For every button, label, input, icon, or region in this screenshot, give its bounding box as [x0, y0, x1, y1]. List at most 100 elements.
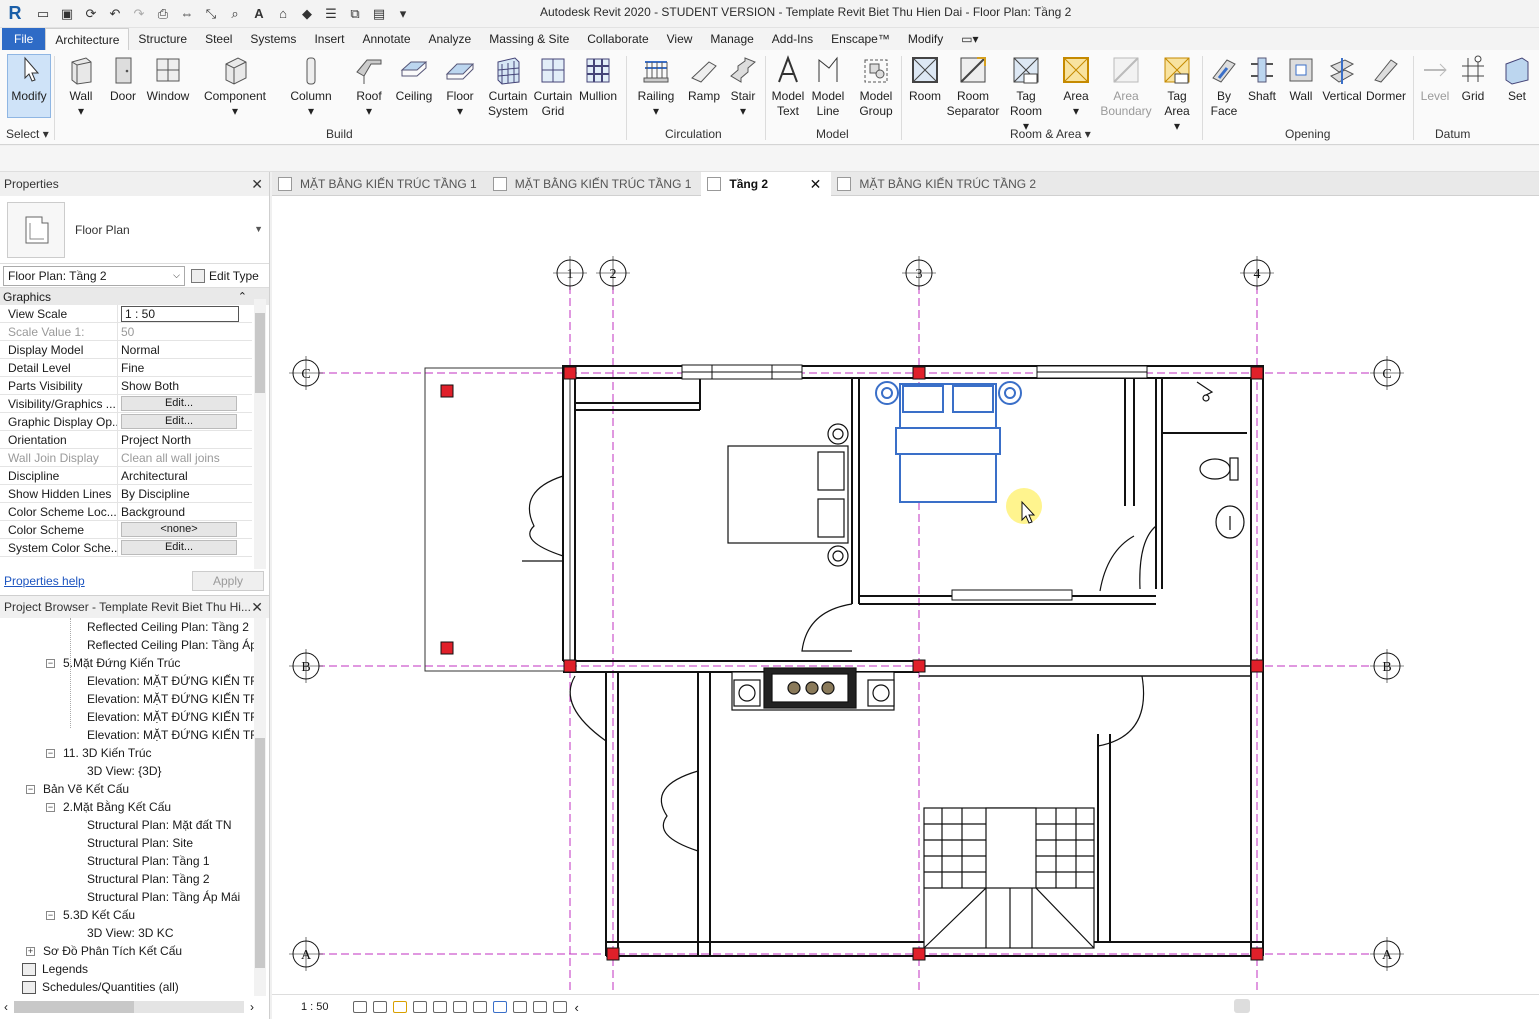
open-icon[interactable]: ▭	[33, 4, 53, 24]
component-button[interactable]: Component ▾	[202, 54, 268, 119]
property-value[interactable]: Edit...	[118, 413, 248, 430]
wall-opening-button[interactable]: Wall	[1284, 54, 1318, 104]
redo-icon[interactable]: ↷	[129, 4, 149, 24]
property-row[interactable]: System Color Sche... Edit...	[0, 539, 252, 557]
collapse-icon[interactable]: −	[26, 785, 35, 795]
temporary-view-properties-icon[interactable]	[532, 1001, 547, 1013]
scroll-left-icon[interactable]: ‹	[575, 1000, 579, 1015]
model-group-button[interactable]: Model Group	[856, 54, 896, 119]
floor-plan-drawing[interactable]: 1 2 3 4 C C B B A A	[272, 196, 1539, 994]
property-row[interactable]: Discipline Architectural	[0, 467, 252, 485]
curtain-grid-button[interactable]: Curtain Grid	[531, 54, 575, 119]
property-row[interactable]: Color Scheme <none>	[0, 521, 252, 539]
view-tab[interactable]: MẶT BẰNG KIẾN TRÚC TẦNG 2	[831, 172, 1046, 196]
save-icon[interactable]: ▣	[57, 4, 77, 24]
tab-structure[interactable]: Structure	[129, 28, 196, 50]
area-boundary-button[interactable]: Area Boundary	[1100, 54, 1152, 119]
browser-item[interactable]: Structural Plan: Site	[87, 834, 193, 852]
temporary-hide-icon[interactable]	[492, 1001, 507, 1013]
model-line-button[interactable]: Model Line	[810, 54, 846, 119]
measure-icon[interactable]: ⇔	[177, 4, 197, 24]
view-tab-active[interactable]: Tầng 2 ✕	[701, 172, 832, 196]
tab-view[interactable]: View	[658, 28, 702, 50]
door-button[interactable]: Door	[104, 54, 142, 104]
property-value[interactable]: Edit...	[118, 539, 248, 556]
properties-scrollbar[interactable]	[254, 299, 266, 569]
by-face-button[interactable]: By Face	[1206, 54, 1242, 119]
browser-item[interactable]: −5.Mặt Đứng Kiến Trúc	[46, 654, 180, 672]
expand-icon[interactable]: +	[26, 947, 35, 957]
view-scale[interactable]: 1 : 50	[301, 1001, 329, 1013]
visual-style-icon[interactable]	[372, 1001, 387, 1013]
graphics-group-header[interactable]: Graphics ⌃	[0, 288, 269, 305]
browser-item[interactable]: Reflected Ceiling Plan: Tầng Áp	[87, 636, 254, 654]
close-hidden-icon[interactable]: ⧉	[345, 4, 365, 24]
browser-item[interactable]: Structural Plan: Tầng 2	[87, 870, 210, 888]
property-value[interactable]: By Discipline	[118, 485, 248, 502]
bed-2-selected[interactable]	[875, 381, 1022, 503]
close-icon[interactable]: ✕	[810, 176, 822, 193]
column-button[interactable]: Column ▾	[289, 54, 333, 119]
browser-item[interactable]: Elevation: MẶT ĐỨNG KIẾN TRÚ	[87, 708, 254, 726]
tab-collaborate[interactable]: Collaborate	[578, 28, 657, 50]
property-value[interactable]: Show Both	[118, 377, 248, 394]
close-icon[interactable]: ✕	[251, 599, 263, 616]
tag-room-button[interactable]: Tag Room ▾	[1006, 54, 1046, 134]
tab-modify[interactable]: Modify	[899, 28, 952, 50]
properties-help-link[interactable]: Properties help	[4, 574, 85, 588]
browser-scrollbar[interactable]	[254, 618, 266, 996]
collapse-icon[interactable]: −	[46, 803, 55, 813]
room-separator-button[interactable]: Room Separator	[947, 54, 999, 119]
property-value[interactable]: 50	[118, 323, 248, 340]
collapse-icon[interactable]: −	[46, 659, 55, 669]
wall-button[interactable]: Wall ▾	[62, 54, 100, 119]
property-row[interactable]: Orientation Project North	[0, 431, 252, 449]
curtain-system-button[interactable]: Curtain System	[486, 54, 530, 119]
dormer-button[interactable]: Dormer	[1364, 54, 1408, 104]
tab-analyze[interactable]: Analyze	[420, 28, 481, 50]
browser-hscrollbar[interactable]: ‹ ›	[4, 998, 254, 1016]
unlocked-3d-icon[interactable]	[472, 1001, 487, 1013]
property-value[interactable]: Background	[118, 503, 248, 520]
print-icon[interactable]: ⎙	[153, 4, 173, 24]
area-button[interactable]: Area ▾	[1056, 54, 1096, 119]
scroll-left-icon[interactable]: ‹	[4, 1000, 8, 1014]
customize-icon[interactable]: ▾	[393, 4, 413, 24]
property-row[interactable]: Graphic Display Op... Edit...	[0, 413, 252, 431]
tab-manage[interactable]: Manage	[701, 28, 762, 50]
text-icon[interactable]: A	[249, 4, 269, 24]
tab-architecture[interactable]: Architecture	[45, 28, 130, 50]
property-row[interactable]: Parts Visibility Show Both	[0, 377, 252, 395]
modify-button[interactable]: Modify	[8, 54, 50, 104]
browser-item[interactable]: Legends	[22, 960, 88, 978]
select-panel-label[interactable]: Select ▾	[6, 127, 49, 141]
browser-item[interactable]: Elevation: MẶT ĐỨNG KIẾN TRÚ	[87, 690, 254, 708]
browser-item[interactable]: Reflected Ceiling Plan: Tầng 2	[87, 618, 249, 636]
property-value[interactable]: Normal	[118, 341, 248, 358]
property-row[interactable]: Display Model Normal	[0, 341, 252, 359]
property-row[interactable]: Show Hidden Lines By Discipline	[0, 485, 252, 503]
property-value[interactable]: Project North	[118, 431, 248, 448]
view-tab[interactable]: MẶT BẰNG KIẾN TRÚC TẦNG 1	[487, 172, 702, 196]
panel-toggle-icon[interactable]: ▭▾	[952, 28, 987, 50]
sync-icon[interactable]: ⟳	[81, 4, 101, 24]
undo-icon[interactable]: ↶	[105, 4, 125, 24]
apply-button[interactable]: Apply	[192, 571, 264, 591]
close-icon[interactable]: ✕	[251, 176, 263, 193]
collapse-icon[interactable]: ⌃	[238, 290, 247, 303]
window-button[interactable]: Window	[145, 54, 191, 104]
detail-level-icon[interactable]	[352, 1001, 367, 1013]
property-value[interactable]: Architectural	[118, 467, 248, 484]
switch-windows-icon[interactable]: ▤	[369, 4, 389, 24]
property-row[interactable]: Color Scheme Loc... Background	[0, 503, 252, 521]
room-area-panel-label[interactable]: Room & Area ▾	[1010, 127, 1091, 141]
analytical-model-icon[interactable]	[552, 1001, 567, 1013]
tab-add-ins[interactable]: Add-Ins	[763, 28, 822, 50]
ceiling-button[interactable]: Ceiling	[393, 54, 435, 104]
ramp-button[interactable]: Ramp	[684, 54, 724, 104]
collapse-icon[interactable]: −	[46, 749, 55, 759]
property-edit-button[interactable]: Edit...	[121, 414, 237, 429]
dimension-icon[interactable]: ⤡	[201, 4, 221, 24]
instance-dropdown[interactable]: Floor Plan: Tầng 2 ⌵	[3, 265, 185, 286]
browser-item[interactable]: Structural Plan: Mặt đất TN	[87, 816, 232, 834]
